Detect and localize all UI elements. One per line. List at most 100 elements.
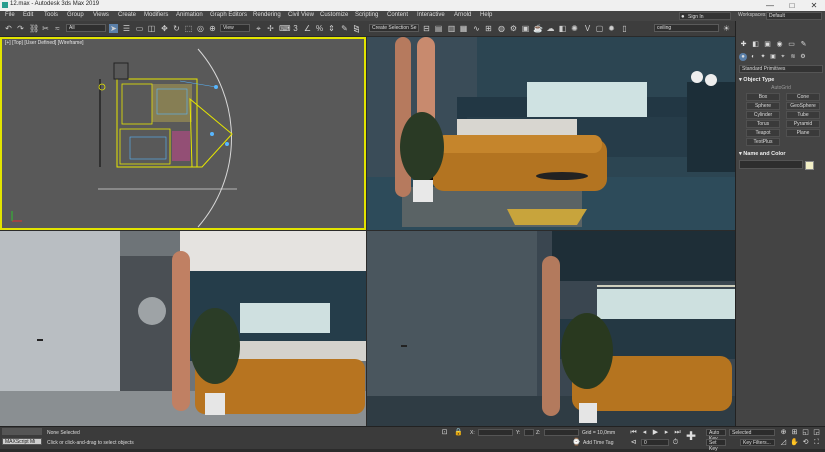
maximize-button[interactable]: □ (781, 0, 803, 11)
mirror-icon[interactable]: ⧎ (352, 24, 361, 33)
teapot-button[interactable]: Teapot (746, 129, 780, 137)
align-icon[interactable]: ⊟ (422, 24, 431, 33)
go-to-end-icon[interactable]: ⏭ (673, 428, 682, 437)
cone-button[interactable]: Cone (786, 93, 820, 101)
selection-lock-icon[interactable]: 🔒 (454, 428, 463, 437)
hierarchy-tab-icon[interactable]: ▣ (763, 40, 772, 49)
previous-frame-icon[interactable]: ◂ (640, 428, 649, 437)
display-tab-icon[interactable]: ▭ (787, 40, 796, 49)
select-by-name-icon[interactable]: ☰ (122, 24, 131, 33)
angle-snap-icon[interactable]: ∠ (303, 24, 312, 33)
unlink-icon[interactable]: ✂ (41, 24, 50, 33)
placement-icon[interactable]: ◎ (196, 24, 205, 33)
material-editor-icon[interactable]: ◍ (497, 24, 506, 33)
create-tab-icon[interactable]: ✚ (739, 40, 748, 49)
workspace-dropdown[interactable]: Default (766, 12, 822, 20)
zoom-extents-icon[interactable]: ◱ (801, 428, 810, 437)
menu-animation[interactable]: Animation (176, 12, 203, 18)
viewport-camera-3[interactable] (367, 231, 735, 426)
render-in-cloud-icon[interactable]: ☁ (546, 24, 555, 33)
object-name-field[interactable] (739, 160, 803, 169)
menu-views[interactable]: Views (93, 12, 109, 18)
set-key-button[interactable]: Set Key (706, 439, 726, 452)
vray-light-icon[interactable]: ✹ (607, 24, 616, 33)
helpers-icon[interactable]: ⌖ (779, 53, 787, 61)
geometry-icon[interactable]: ● (739, 53, 747, 61)
viewport-camera-2[interactable] (0, 231, 366, 426)
isolate-selection-icon[interactable]: ⊡ (440, 428, 449, 437)
cylinder-button[interactable]: Cylinder (746, 111, 780, 119)
systems-icon[interactable]: ⚙ (799, 53, 807, 61)
sign-in-button[interactable]: ● Sign In (679, 12, 731, 20)
menu-help[interactable]: Help (480, 12, 492, 18)
maxscript-listener[interactable] (2, 428, 42, 435)
menu-file[interactable]: File (5, 12, 15, 18)
autogrid-checkbox[interactable]: AutoGrid (739, 84, 823, 92)
menu-group[interactable]: Group (67, 12, 84, 18)
menu-modifiers[interactable]: Modifiers (144, 12, 168, 18)
sphere-button[interactable]: Sphere (746, 102, 780, 110)
selection-set-dropdown[interactable]: Create Selection Se (369, 24, 419, 32)
space-warps-icon[interactable]: ≋ (789, 53, 797, 61)
torus-button[interactable]: Torus (746, 120, 780, 128)
current-frame-field[interactable]: 0 (641, 439, 669, 446)
redo-icon[interactable]: ↷ (16, 24, 25, 33)
spinner-snap-icon[interactable]: ⇕ (327, 24, 336, 33)
reference-coordinate-dropdown[interactable]: View (220, 24, 250, 32)
menu-rendering[interactable]: Rendering (253, 12, 281, 18)
toggle-scene-explorer-icon[interactable]: ▤ (434, 24, 443, 33)
maximize-viewport-icon[interactable]: ⛶ (812, 438, 821, 447)
vray-icon[interactable]: V (583, 24, 592, 33)
zoom-icon[interactable]: ⊕ (779, 428, 788, 437)
next-frame-icon[interactable]: ▸ (662, 428, 671, 437)
y-coordinate-field[interactable] (524, 429, 534, 436)
select-manipulate-icon[interactable]: ✢ (266, 24, 275, 33)
named-sets-icon[interactable]: ▯ (620, 24, 629, 33)
field-of-view-icon[interactable]: ◿ (779, 438, 788, 447)
keyboard-shortcut-icon[interactable]: ⌨ (279, 24, 291, 33)
pan-icon[interactable]: ✋ (790, 438, 799, 447)
zoom-all-icon[interactable]: ⊞ (790, 428, 799, 437)
geosphere-button[interactable]: GeoSphere (786, 102, 820, 110)
menu-customize[interactable]: Customize (320, 12, 348, 18)
menu-civil-view[interactable]: Civil View (288, 12, 314, 18)
rendered-frame-window-icon[interactable]: ▣ (521, 24, 530, 33)
menu-tools[interactable]: Tools (44, 12, 58, 18)
select-move-icon[interactable]: ✥ (160, 24, 169, 33)
tube-button[interactable]: Tube (786, 111, 820, 119)
link-icon[interactable]: ⛓ (29, 24, 39, 33)
sun-icon[interactable]: ☀ (722, 24, 731, 33)
utilities-tab-icon[interactable]: ✎ (799, 40, 808, 49)
primitive-type-dropdown[interactable]: Standard Primitives (739, 65, 823, 73)
name-color-header[interactable]: ▾ Name and Color (739, 150, 823, 158)
key-mode-icon[interactable]: ⊲ (629, 438, 638, 447)
percent-snap-icon[interactable]: % (315, 24, 324, 33)
zoom-extents-all-icon[interactable]: ◲ (812, 428, 821, 437)
pyramid-button[interactable]: Pyramid (786, 120, 820, 128)
snaps-toggle-icon[interactable]: 3 (291, 24, 300, 33)
menu-edit[interactable]: Edit (23, 12, 33, 18)
cameras-icon[interactable]: ▣ (769, 53, 777, 61)
render-production-icon[interactable]: ☕ (533, 24, 543, 33)
box-button[interactable]: Box (746, 93, 780, 101)
menu-interactive[interactable]: Interactive (417, 12, 445, 18)
object-type-header[interactable]: ▾ Object Type (739, 76, 823, 84)
set-key-big-icon[interactable]: ✚ (686, 430, 696, 442)
pivot-center-icon[interactable]: ⌖ (254, 24, 263, 33)
modify-tab-icon[interactable]: ◧ (751, 40, 760, 49)
a360-gallery-icon[interactable]: ◧ (558, 24, 567, 33)
bind-space-warp-icon[interactable]: ≈ (53, 24, 62, 33)
window-crossing-icon[interactable]: ◫ (147, 24, 156, 33)
motion-tab-icon[interactable]: ◉ (775, 40, 784, 49)
object-color-swatch[interactable] (805, 161, 814, 170)
viewport-label[interactable]: [+] [Top] [User Defined] [Wireframe] (5, 40, 84, 46)
undo-icon[interactable]: ↶ (4, 24, 13, 33)
shapes-icon[interactable]: ◐ (749, 53, 757, 61)
key-selection-dropdown[interactable]: Selected (729, 429, 775, 436)
edit-named-selection-icon[interactable]: ✎ (340, 24, 349, 33)
select-scale-icon[interactable]: ⬚ (184, 24, 193, 33)
select-place-icon[interactable]: ⊕ (208, 24, 217, 33)
go-to-start-icon[interactable]: ⏮ (629, 428, 638, 437)
time-config-icon[interactable]: ⏱ (671, 438, 680, 447)
viewport-top[interactable]: [+] [Top] [User Defined] [Wireframe] (0, 37, 366, 230)
